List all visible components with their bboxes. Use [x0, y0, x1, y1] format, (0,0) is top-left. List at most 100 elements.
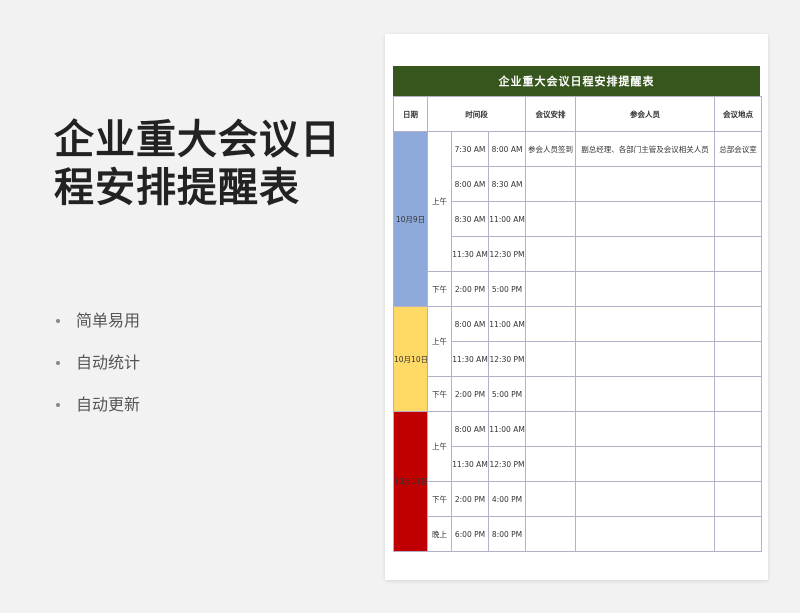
participants-cell — [575, 166, 716, 202]
date-cell: 10月10日 — [393, 306, 428, 412]
location-cell — [714, 376, 763, 412]
start-time-cell: 8:30 AM — [451, 201, 489, 237]
table-row: 下午 2:00 PM 4:00 PM — [394, 481, 763, 517]
promo-title-line-2: 程安排提醒表 — [54, 165, 300, 211]
feature-item: 自动统计 — [56, 352, 140, 394]
location-cell — [714, 306, 763, 342]
end-time-cell: 8:00 AM — [487, 131, 527, 167]
header-date: 日期 — [393, 96, 428, 132]
start-time-cell: 11:30 AM — [451, 236, 489, 272]
participants-cell — [575, 481, 716, 517]
end-time-cell: 5:00 PM — [487, 271, 527, 307]
header-arrangement: 会议安排 — [525, 96, 577, 132]
period-cell: 晚上 — [427, 516, 452, 552]
location-cell — [714, 201, 763, 237]
location-cell — [714, 236, 763, 272]
promo-title: 企业重大会议日 程安排提醒表 — [54, 116, 341, 212]
start-time-cell: 8:00 AM — [451, 166, 489, 202]
schedule-body: 10月9日 上午 7:30 AM 8:00 AM 参会人员签到 副总经理、各部门主管及会议… — [393, 131, 763, 552]
end-time-cell: 12:30 PM — [487, 341, 527, 377]
feature-list: 简单易用 自动统计 自动更新 — [56, 310, 140, 436]
location-cell — [714, 411, 763, 447]
end-time-cell: 12:30 PM — [487, 446, 527, 482]
participants-cell — [575, 411, 716, 447]
start-time-cell: 2:00 PM — [451, 481, 489, 517]
end-time-cell: 11:00 AM — [487, 201, 527, 237]
promo-title-line-1: 企业重大会议日 — [54, 117, 341, 163]
table-row: 下午 2:00 PM 5:00 PM — [394, 271, 763, 307]
start-time-cell: 8:00 AM — [451, 411, 489, 447]
participants-cell — [575, 271, 716, 307]
period-cell: 下午 — [427, 271, 452, 307]
location-cell — [714, 166, 763, 202]
participants-cell — [575, 236, 716, 272]
participants-cell — [575, 376, 716, 412]
start-time-cell: 6:00 PM — [451, 516, 489, 552]
participants-cell — [575, 516, 716, 552]
participants-cell — [575, 306, 716, 342]
sheet-title: 企业重大会议日程安排提醒表 — [393, 66, 760, 96]
feature-item: 自动更新 — [56, 394, 140, 436]
start-time-cell: 11:30 AM — [451, 446, 489, 482]
location-cell — [714, 446, 763, 482]
table-header-row: 日期 时间段 会议安排 参会人员 会议地点 — [393, 96, 763, 132]
bullet-icon — [56, 319, 60, 323]
period-cell: 上午 — [427, 306, 452, 377]
location-cell — [714, 341, 763, 377]
header-location: 会议地点 — [714, 96, 763, 132]
table-row: 10月10日 上午 8:00 AM 11:00 AM — [393, 306, 763, 412]
location-cell — [714, 516, 763, 552]
period-cell: 上午 — [427, 131, 452, 272]
period-cell: 下午 — [427, 376, 452, 412]
period-cell: 下午 — [427, 481, 452, 517]
participants-cell — [575, 341, 716, 377]
feature-label: 简单易用 — [76, 311, 141, 330]
header-time: 时间段 — [426, 96, 527, 132]
location-cell: 总部会议室 — [714, 131, 763, 167]
start-time-cell: 2:00 PM — [451, 376, 489, 412]
schedule-table: 日期 时间段 会议安排 参会人员 会议地点 10月9日 上午 7:30 AM 8:00… — [393, 96, 763, 552]
date-cell: 10月11日 — [393, 411, 428, 552]
spreadsheet-preview: 企业重大会议日程安排提醒表 日期 时间段 会议安排 参会人员 会议地点 10月9… — [385, 34, 768, 580]
participants-cell — [575, 446, 716, 482]
arrangement-cell — [525, 341, 577, 377]
participants-cell — [575, 201, 716, 237]
arrangement-cell: 参会人员签到 — [525, 131, 577, 167]
feature-label: 自动更新 — [76, 395, 141, 414]
end-time-cell: 11:00 AM — [487, 411, 527, 447]
bullet-icon — [56, 361, 60, 365]
end-time-cell: 8:30 AM — [487, 166, 527, 202]
end-time-cell: 8:00 PM — [487, 516, 527, 552]
table-row: 晚上 6:00 PM 8:00 PM — [394, 516, 763, 552]
end-time-cell: 12:30 PM — [487, 236, 527, 272]
period-cell: 上午 — [427, 411, 452, 482]
arrangement-cell — [525, 201, 577, 237]
arrangement-cell — [525, 166, 577, 202]
location-cell — [714, 271, 763, 307]
location-cell — [714, 481, 763, 517]
table-row: 下午 2:00 PM 5:00 PM — [394, 376, 763, 412]
participants-cell: 副总经理、各部门主管及会议相关人员 — [575, 131, 716, 167]
start-time-cell: 2:00 PM — [451, 271, 489, 307]
start-time-cell: 11:30 AM — [451, 341, 489, 377]
start-time-cell: 7:30 AM — [451, 131, 489, 167]
table-row: 10月11日 上午 8:00 AM 11:00 AM — [393, 411, 763, 552]
table-row: 10月9日 上午 7:30 AM 8:00 AM 参会人员签到 副总经理、各部门主管及会议… — [393, 131, 763, 307]
date-cell: 10月9日 — [393, 131, 428, 307]
header-participants: 参会人员 — [575, 96, 716, 132]
arrangement-cell — [525, 481, 577, 517]
feature-label: 自动统计 — [76, 353, 141, 372]
arrangement-cell — [525, 236, 577, 272]
end-time-cell: 5:00 PM — [487, 376, 527, 412]
bullet-icon — [56, 403, 60, 407]
arrangement-cell — [525, 516, 577, 552]
arrangement-cell — [525, 411, 577, 447]
feature-item: 简单易用 — [56, 310, 140, 352]
end-time-cell: 11:00 AM — [487, 306, 527, 342]
arrangement-cell — [525, 271, 577, 307]
end-time-cell: 4:00 PM — [487, 481, 527, 517]
start-time-cell: 8:00 AM — [451, 306, 489, 342]
arrangement-cell — [525, 376, 577, 412]
arrangement-cell — [525, 306, 577, 342]
arrangement-cell — [525, 446, 577, 482]
